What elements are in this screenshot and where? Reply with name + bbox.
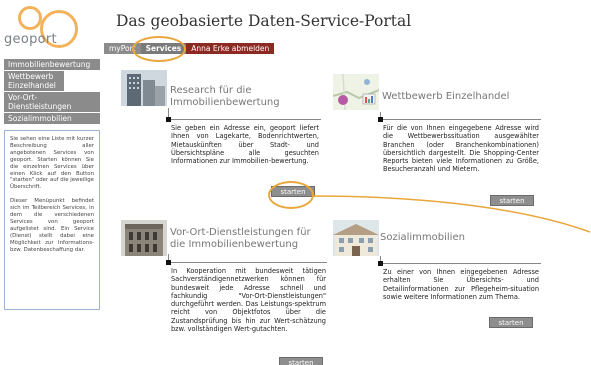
nav-myport[interactable]: myPort <box>104 43 141 54</box>
logo-wordmark: geoport <box>4 32 57 47</box>
logo-ring-small <box>18 6 42 30</box>
sidebar: Immobilienbewertung Wettbewerb Einzelhan… <box>4 59 100 310</box>
service-card-wettbewerb: Wettbewerb Einzelhandel Für die von Ihne… <box>333 74 541 214</box>
start-button-vor-ort[interactable]: starten <box>279 357 323 365</box>
card-divider-h <box>171 119 321 120</box>
card-text-wettbewerb: Für die von Ihnen eingegebene Adresse wi… <box>383 124 539 174</box>
card-text-research: Sie geben ein Adresse ein, geoport liefe… <box>171 124 319 166</box>
map-chart-image <box>333 74 379 110</box>
sidebar-info-text-2: Dieser Menüpunkt befindet sich im Teilbe… <box>10 198 94 253</box>
annotation-pointer-line <box>312 195 590 233</box>
card-divider-h <box>171 262 327 263</box>
building-photo-image <box>121 220 167 256</box>
logout-button[interactable]: Anna Erke abmelden <box>186 43 275 54</box>
nav-services[interactable]: Services <box>140 43 187 54</box>
start-button-research[interactable]: starten <box>271 186 315 197</box>
sidebar-info-text-1: Sie sehen eine Liste mit kurzer Beschrei… <box>10 136 94 191</box>
sidebar-item-wettbewerb[interactable]: Wettbewerb Einzelhandel <box>4 71 64 91</box>
service-card-sozialimmobilien: Sozialimmobilien Zu einer von Ihnen eing… <box>333 220 541 340</box>
card-title-vor-ort[interactable]: Vor-Ort-Dienstleistungen für die Immobil… <box>170 227 326 251</box>
start-button-sozialimmobilien[interactable]: starten <box>489 317 533 328</box>
sidebar-item-sozialimmobilien[interactable]: Sozialimmobilien <box>4 113 100 124</box>
card-title-wettbewerb[interactable]: Wettbewerb Einzelhandel <box>382 91 542 103</box>
card-title-research[interactable]: Research für die Immobilienbewertung <box>170 85 320 109</box>
geoport-logo[interactable]: geoport <box>4 6 80 50</box>
card-text-vor-ort: In Kooperation mit bundesweit tätigen Sa… <box>171 267 326 334</box>
skyscraper-image <box>121 70 167 106</box>
service-card-vor-ort: Vor-Ort-Dienstleistungen für die Immobil… <box>121 220 327 365</box>
card-text-sozialimmobilien: Zu einer von Ihnen eingegebenen Adresse … <box>383 268 539 301</box>
card-divider-h <box>383 263 541 264</box>
service-card-research: Research für die Immobilienbewertung Sie… <box>121 70 321 220</box>
sidebar-item-vor-ort[interactable]: Vor-Ort-Dienstleistungen <box>4 92 100 112</box>
page-title: Das geobasierte Daten-Service-Portal <box>116 12 412 30</box>
top-navigation: myPort Services Anna Erke abmelden <box>104 43 275 54</box>
sidebar-item-immobilienbewertung[interactable]: Immobilienbewertung <box>4 59 100 70</box>
card-divider-h <box>383 119 541 120</box>
sidebar-info-box: Sie sehen eine Liste mit kurzer Beschrei… <box>4 130 100 310</box>
